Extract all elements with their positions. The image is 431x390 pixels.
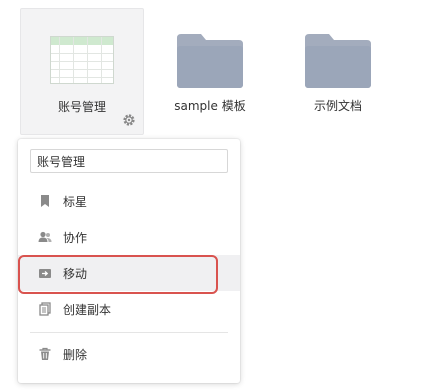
people-icon [38,231,52,242]
file-name: 示例文档 [313,99,362,113]
folder-icon [177,34,243,88]
bookmark-icon [41,195,49,207]
move-icon [39,269,51,278]
folder-tile-sample-template[interactable]: sample 模板 [148,8,272,135]
menu-item-label: 创建副本 [63,302,112,317]
menu-item-star[interactable]: 标星 [18,183,240,219]
file-name: sample 模板 [174,99,246,113]
trash-icon [39,347,51,360]
folder-tile-sample-docs[interactable]: 示例文档 [276,8,400,135]
menu-item-delete[interactable]: 删除 [18,336,240,372]
menu-item-label: 删除 [63,347,88,362]
rename-input[interactable] [30,149,228,173]
menu-item-collaborate[interactable]: 协作 [18,219,240,255]
gear-icon[interactable] [122,113,136,127]
folder-icon [305,34,371,88]
menu-item-move[interactable]: 移动 [18,255,240,291]
menu-item-label: 移动 [63,266,88,281]
menu-item-label: 标星 [63,194,88,209]
menu-divider [30,332,228,333]
menu-item-duplicate[interactable]: 创建副本 [18,291,240,327]
spreadsheet-icon [50,36,114,84]
file-context-menu: 标星 协作 移动 创建副本 删除 [18,139,240,383]
file-tile-account-management[interactable]: 账号管理 [20,8,144,135]
copy-icon [39,302,51,316]
menu-item-label: 协作 [63,230,88,245]
